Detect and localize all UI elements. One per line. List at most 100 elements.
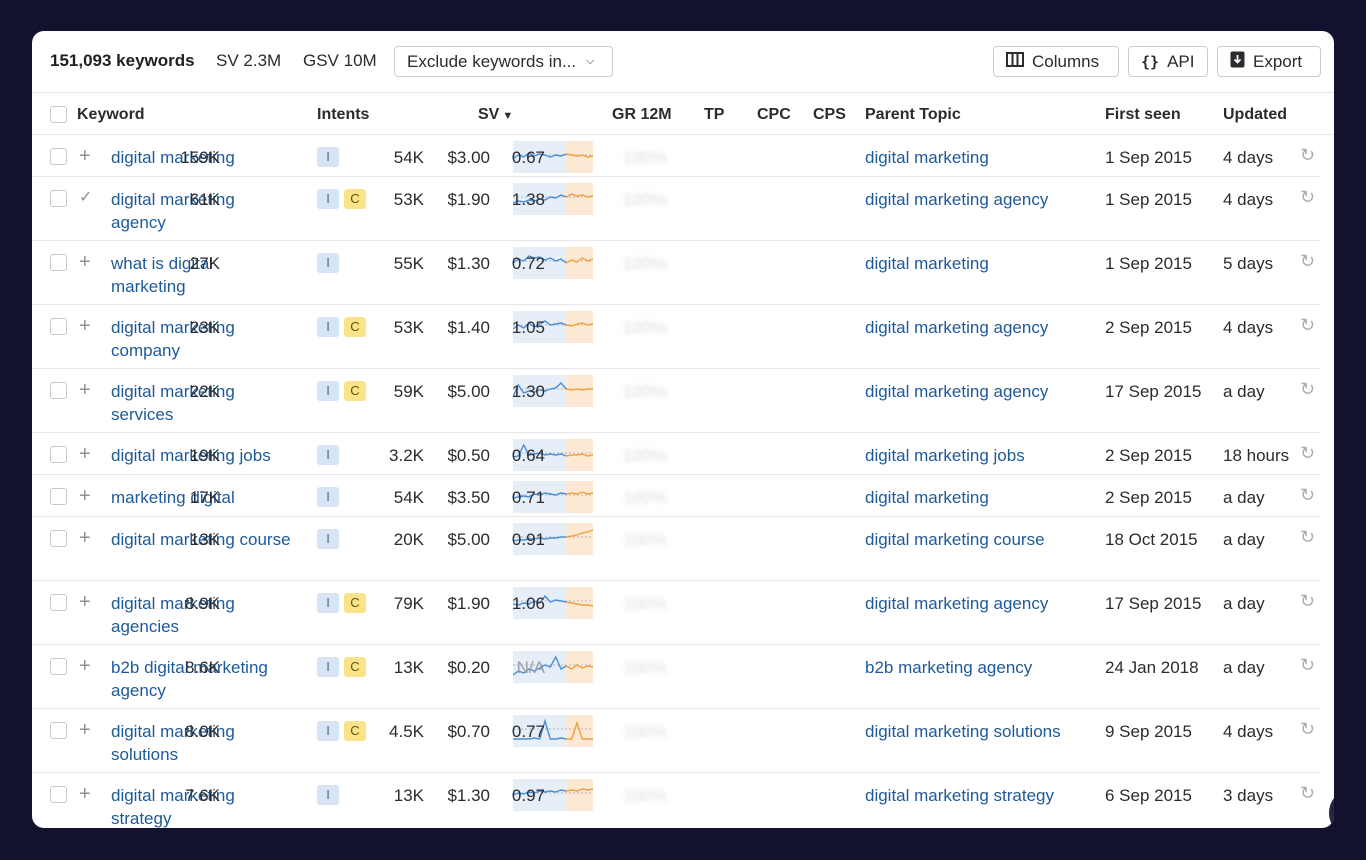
- intent-badge: I: [317, 189, 339, 209]
- refresh-icon[interactable]: ↻: [1300, 187, 1315, 208]
- traffic-potential: 79K: [393, 594, 424, 613]
- growth-value: 100%: [623, 786, 667, 805]
- header-updated[interactable]: Updated: [1223, 106, 1287, 124]
- help-button[interactable]: ?: [1329, 788, 1334, 828]
- parent-topic-link[interactable]: digital marketing agency: [865, 380, 1048, 403]
- row-checkbox[interactable]: [50, 446, 67, 463]
- search-volume: 22K: [189, 382, 220, 401]
- keyword-count: 151,093 keywords: [50, 51, 195, 70]
- select-all-checkbox[interactable]: [50, 106, 67, 123]
- header-intents[interactable]: Intents: [317, 106, 369, 124]
- table-row: + digital marketing agencies I C 8.9K 100% 79K…: [32, 581, 1321, 645]
- parent-topic-link[interactable]: digital marketing strategy: [865, 784, 1054, 807]
- parent-topic-link[interactable]: digital marketing solutions: [865, 720, 1061, 743]
- row-checkbox[interactable]: [50, 148, 67, 165]
- first-seen-date: 9 Sep 2015: [1105, 722, 1192, 741]
- plus-icon[interactable]: +: [79, 145, 91, 168]
- first-seen-date: 2 Sep 2015: [1105, 318, 1192, 337]
- first-seen-date: 18 Oct 2015: [1105, 530, 1198, 549]
- plus-icon[interactable]: +: [79, 655, 91, 678]
- plus-icon[interactable]: +: [79, 379, 91, 402]
- row-checkbox[interactable]: [50, 722, 67, 739]
- table-header: Keyword Intents SV ▼ GR 12M TP CPC CPS Pa…: [32, 92, 1334, 135]
- growth-value: 100%: [623, 318, 667, 337]
- sort-desc-icon: ▼: [502, 110, 514, 122]
- updated-time: a day: [1223, 488, 1265, 507]
- updated-time: a day: [1223, 530, 1265, 549]
- header-sv[interactable]: SV ▼: [478, 106, 513, 124]
- parent-topic-link[interactable]: digital marketing agency: [865, 592, 1048, 615]
- header-parent-topic[interactable]: Parent Topic: [865, 106, 961, 124]
- search-volume: 8.9K: [185, 594, 220, 613]
- refresh-icon[interactable]: ↻: [1300, 719, 1315, 740]
- header-cpc[interactable]: CPC: [757, 106, 791, 124]
- table-row: + digital marketing course I 13K 100% 20K $5.0…: [32, 517, 1321, 581]
- plus-icon[interactable]: +: [79, 485, 91, 508]
- plus-icon[interactable]: +: [79, 315, 91, 338]
- export-button[interactable]: Export: [1217, 46, 1321, 77]
- traffic-potential: 54K: [393, 148, 424, 167]
- refresh-icon[interactable]: ↻: [1300, 783, 1315, 804]
- refresh-icon[interactable]: ↻: [1300, 443, 1315, 464]
- header-first-seen[interactable]: First seen: [1105, 106, 1181, 124]
- parent-topic-link[interactable]: digital marketing course: [865, 528, 1045, 551]
- parent-topic-link[interactable]: digital marketing: [865, 486, 989, 509]
- row-checkbox[interactable]: [50, 254, 67, 271]
- api-button[interactable]: {} API: [1128, 46, 1208, 77]
- table-row: + b2b digital marketing agency I C 8.6K 100% 1…: [32, 645, 1321, 709]
- plus-icon[interactable]: +: [79, 591, 91, 614]
- row-checkbox[interactable]: [50, 488, 67, 505]
- row-checkbox[interactable]: [50, 786, 67, 803]
- header-gr[interactable]: GR 12M: [612, 106, 672, 124]
- growth-value: 100%: [623, 190, 667, 209]
- row-checkbox[interactable]: [50, 190, 67, 207]
- clicks-per-search: 1.06: [511, 594, 545, 613]
- header-tp[interactable]: TP: [704, 106, 724, 124]
- clicks-per-search: 0.97: [511, 786, 545, 805]
- traffic-potential: 4.5K: [389, 722, 424, 741]
- parent-topic-link[interactable]: digital marketing agency: [865, 188, 1048, 211]
- refresh-icon[interactable]: ↻: [1300, 315, 1315, 336]
- search-volume: 159K: [180, 148, 220, 167]
- row-checkbox[interactable]: [50, 658, 67, 675]
- growth-value: 100%: [623, 488, 667, 507]
- row-checkbox[interactable]: [50, 382, 67, 399]
- plus-icon[interactable]: +: [79, 719, 91, 742]
- intent-badge: I: [317, 147, 339, 167]
- clicks-per-search: 0.77: [511, 722, 545, 741]
- search-volume: 19K: [189, 446, 220, 465]
- refresh-icon[interactable]: ↻: [1300, 655, 1315, 676]
- plus-icon[interactable]: +: [79, 443, 91, 466]
- parent-topic-link[interactable]: digital marketing agency: [865, 316, 1048, 339]
- header-cps[interactable]: CPS: [813, 106, 846, 124]
- row-checkbox[interactable]: [50, 594, 67, 611]
- cost-per-click: $1.90: [447, 190, 490, 209]
- refresh-icon[interactable]: ↻: [1300, 485, 1315, 506]
- intent-badge: I: [317, 487, 339, 507]
- columns-button[interactable]: Columns: [993, 46, 1119, 77]
- plus-icon[interactable]: +: [79, 527, 91, 550]
- refresh-icon[interactable]: ↻: [1300, 251, 1315, 272]
- parent-topic-link[interactable]: digital marketing: [865, 252, 989, 275]
- cost-per-click: $3.50: [447, 488, 490, 507]
- cost-per-click: $1.30: [447, 254, 490, 273]
- refresh-icon[interactable]: ↻: [1300, 527, 1315, 548]
- exclude-keywords-dropdown[interactable]: Exclude keywords in... ⌵: [394, 46, 613, 77]
- refresh-icon[interactable]: ↻: [1300, 145, 1315, 166]
- plus-icon[interactable]: +: [79, 251, 91, 274]
- export-label: Export: [1253, 51, 1303, 71]
- refresh-icon[interactable]: ↻: [1300, 591, 1315, 612]
- parent-topic-link[interactable]: digital marketing: [865, 146, 989, 169]
- traffic-potential: 13K: [393, 786, 424, 805]
- intent-badge: C: [344, 721, 366, 741]
- cost-per-click: $5.00: [447, 530, 490, 549]
- row-checkbox[interactable]: [50, 318, 67, 335]
- row-checkbox[interactable]: [50, 530, 67, 547]
- header-keyword[interactable]: Keyword: [77, 106, 145, 124]
- plus-icon[interactable]: +: [79, 783, 91, 806]
- check-icon[interactable]: ✓: [79, 187, 92, 207]
- growth-value: 100%: [623, 254, 667, 273]
- parent-topic-link[interactable]: digital marketing jobs: [865, 444, 1025, 467]
- refresh-icon[interactable]: ↻: [1300, 379, 1315, 400]
- parent-topic-link[interactable]: b2b marketing agency: [865, 656, 1032, 679]
